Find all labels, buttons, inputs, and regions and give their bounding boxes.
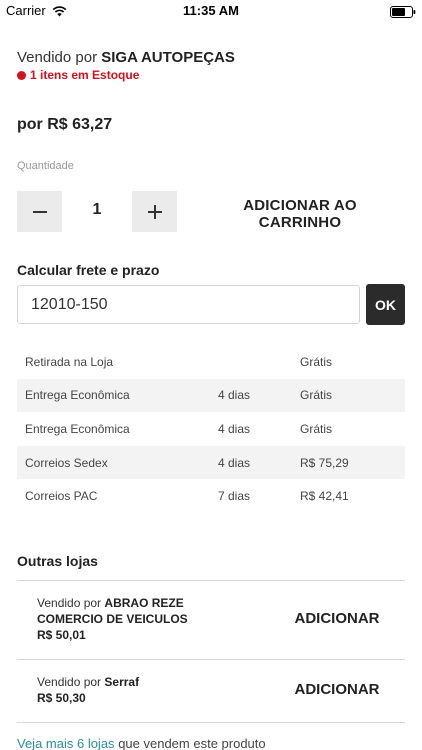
add-to-cart-button[interactable]: ADICIONAR AO CARRINHO [206,197,394,231]
add-offer-button[interactable]: ADICIONAR [278,610,396,627]
shipping-days: 4 dias [218,455,251,470]
shipping-options-table: Retirada na Loja Grátis Entrega Econômic… [17,345,405,513]
freight-title: Calcular frete e prazo [17,262,160,278]
shipping-days: 4 dias [218,421,251,436]
divider [17,580,405,581]
quantity-value: 1 [92,201,102,218]
minus-icon [32,210,47,213]
shipping-name: Correios PAC [25,489,98,504]
shipping-price: Grátis [300,354,333,369]
clock: 11:35 AM [183,3,239,18]
shipping-days: 4 dias [218,388,251,403]
offer-seller-name-line2[interactable]: COMERCIO DE VEICULOS [37,612,188,626]
seller-info: Vendido por SIGA AUTOPEÇAS [17,49,235,66]
shipping-row[interactable]: Entrega Econômica 4 dias Grátis [17,412,405,446]
stock-label: 1 itens em Estoque [30,68,140,82]
shipping-name: Retirada na Loja [25,354,114,369]
decrease-quantity-button[interactable] [17,191,62,232]
cep-input[interactable] [17,285,360,324]
see-more-stores: Veja mais 6 lojas que vendem este produt… [17,736,266,750]
add-offer-button[interactable]: ADICIONAR [278,681,396,698]
shipping-price: Grátis [300,421,333,436]
see-more-stores-link[interactable]: Veja mais 6 lojas [17,736,115,750]
divider [17,722,405,723]
plus-icon [147,204,162,219]
shipping-price: Grátis [300,388,333,403]
shipping-row[interactable]: Correios PAC 7 dias R$ 42,41 [17,479,405,513]
seller-prefix: Vendido por [17,49,98,66]
shipping-name: Entrega Econômica [25,421,130,436]
offer-price: R$ 50,01 [37,628,86,642]
offer-seller-prefix: Vendido por [37,675,102,689]
shipping-price: R$ 42,41 [300,489,349,504]
other-stores-title: Outras lojas [17,553,98,569]
see-more-stores-text: que vendem este produto [118,736,266,750]
calculate-freight-button[interactable]: OK [366,284,405,325]
shipping-row[interactable]: Entrega Econômica 4 dias Grátis [17,378,405,413]
battery-icon [390,5,416,18]
offer-price: R$ 50,30 [37,691,86,705]
shipping-name: Entrega Econômica [25,388,130,403]
shipping-row[interactable]: Retirada na Loja Grátis [17,345,405,379]
shipping-name: Correios Sedex [25,455,108,470]
stock-status: 1 itens em Estoque [17,68,139,82]
increase-quantity-button[interactable] [132,191,177,232]
offer-seller-prefix: Vendido por [37,596,102,610]
offer-seller-info: Vendido por ABRAO REZE COMERCIO DE VEICU… [37,595,188,643]
shipping-price: R$ 75,29 [300,455,349,470]
shipping-row[interactable]: Correios Sedex 4 dias R$ 75,29 [17,445,405,480]
divider [17,659,405,660]
offer-seller-name[interactable]: Serraf [104,675,139,689]
seller-name[interactable]: SIGA AUTOPEÇAS [101,49,235,66]
offer-seller-name[interactable]: ABRAO REZE [104,596,183,610]
quantity-label: Quantidade [17,160,74,172]
status-bar: Carrier 11:35 AM [0,0,422,22]
shipping-days: 7 dias [218,489,251,504]
product-price: por R$ 63,27 [17,116,113,133]
offer-seller-info: Vendido por Serraf R$ 50,30 [37,674,139,706]
stock-dot-icon [17,70,26,80]
